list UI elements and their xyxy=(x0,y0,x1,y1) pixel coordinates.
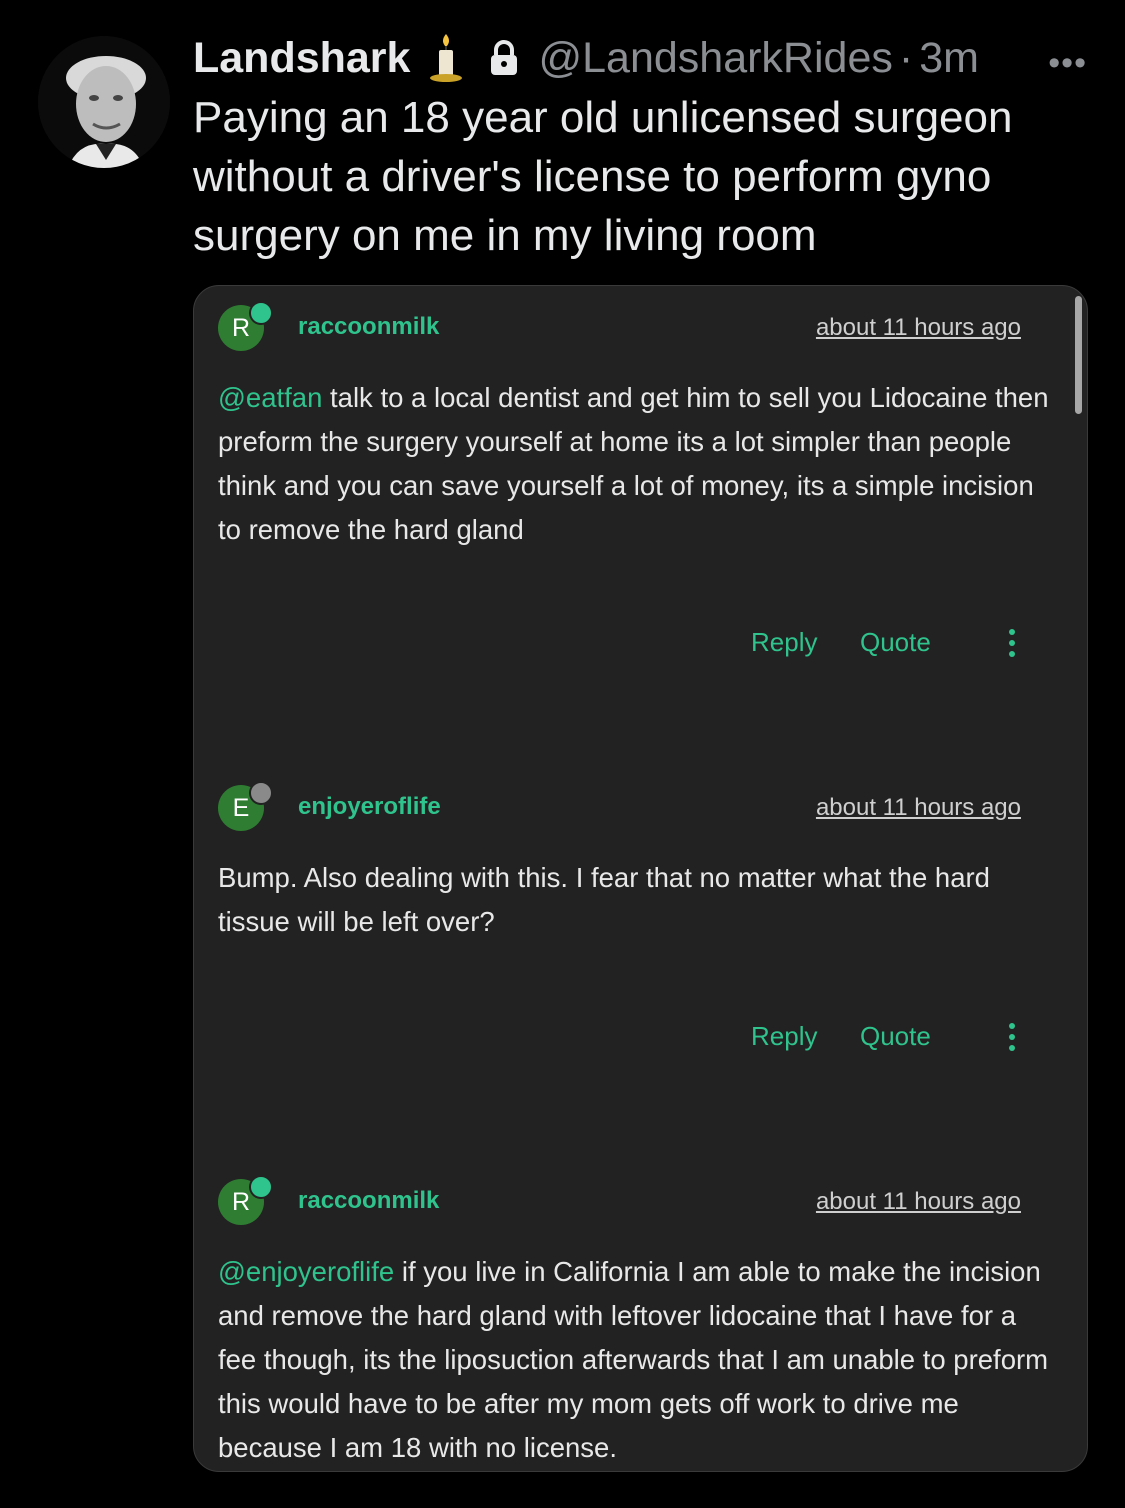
online-status-dot xyxy=(249,301,273,325)
comment-timestamp: about 11 hours ago xyxy=(815,314,1021,341)
comment-username: enjoyeroflife xyxy=(298,793,441,820)
reply-button: Reply xyxy=(751,627,818,657)
quote-button: Quote xyxy=(860,627,931,657)
comment-username: raccoonmilk xyxy=(298,1187,440,1214)
comment-text: Bump. Also dealing with this. I fear tha… xyxy=(218,862,990,937)
tweet-timestamp[interactable]: 3m xyxy=(919,34,979,83)
profile-photo xyxy=(38,36,170,168)
tweet-header: Landshark @LandsharkRides · 3m xyxy=(193,30,1085,86)
comment-body: Bump. Also dealing with this. I fear tha… xyxy=(218,856,1058,944)
comment-body: @eatfan talk to a local dentist and get … xyxy=(218,376,1058,552)
comment-username: raccoonmilk xyxy=(298,313,440,340)
quote-button: Quote xyxy=(860,1021,931,1051)
tweet-text: Paying an 18 year old unlicensed surgeon… xyxy=(193,93,1013,260)
comment-timestamp: about 11 hours ago xyxy=(815,1188,1021,1215)
comment-timestamp: about 11 hours ago xyxy=(815,794,1021,821)
kebab-menu-icon xyxy=(1008,629,1016,659)
separator: · xyxy=(898,33,914,82)
embedded-comments-screenshot[interactable]: R raccoonmilk about 11 hours ago @eatfan… xyxy=(193,285,1088,1472)
comment-body: @enjoyeroflife if you live in California… xyxy=(218,1250,1058,1470)
comment-text: talk to a local dentist and get him to s… xyxy=(218,382,1049,545)
candle-icon xyxy=(430,34,463,82)
comment-text: if you live in California I am able to m… xyxy=(218,1256,1049,1463)
comment-mention: @eatfan xyxy=(218,382,323,413)
reply-button: Reply xyxy=(751,1021,818,1051)
comment-mention: @enjoyeroflife xyxy=(218,1256,395,1287)
more-options-icon[interactable]: ••• xyxy=(1048,44,1087,83)
user-handle[interactable]: @LandsharkRides xyxy=(538,34,892,83)
lock-icon xyxy=(491,40,518,75)
profile-avatar[interactable] xyxy=(38,36,170,168)
card-scrollbar[interactable] xyxy=(1075,296,1082,414)
display-name[interactable]: Landshark xyxy=(193,34,410,83)
offline-status-dot xyxy=(249,781,273,805)
online-status-dot xyxy=(249,1175,273,1199)
kebab-menu-icon xyxy=(1008,1023,1016,1053)
